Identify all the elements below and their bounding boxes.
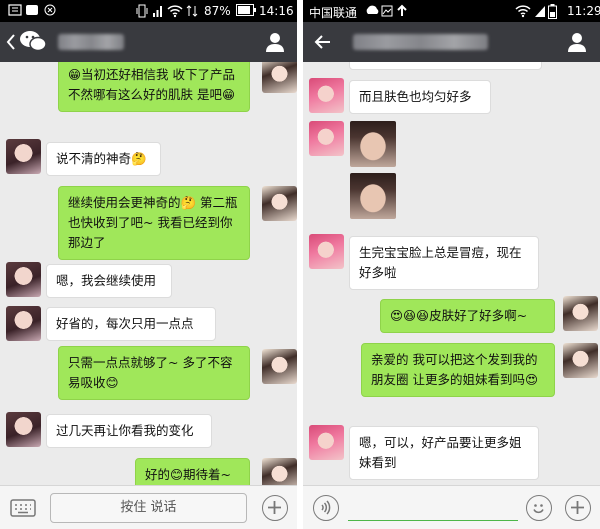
avatar[interactable] xyxy=(6,306,41,341)
status-time: 14:16 xyxy=(259,4,294,18)
status-bar: 87% 14:16 xyxy=(0,0,297,22)
avatar[interactable] xyxy=(262,458,297,485)
photo-message[interactable] xyxy=(350,121,396,167)
notification-icons xyxy=(365,4,409,21)
wifi-icon xyxy=(515,4,531,21)
message-bubble-received[interactable]: 说不清的神奇🤔 xyxy=(46,142,161,176)
notification-icons xyxy=(8,3,68,21)
avatar[interactable] xyxy=(262,186,297,221)
wifi-icon xyxy=(167,4,183,21)
message-bubble-received[interactable]: 好省的，每次只用一点点 xyxy=(46,307,216,341)
avatar[interactable] xyxy=(563,296,598,331)
signal-icon xyxy=(152,4,164,21)
avatar[interactable] xyxy=(262,349,297,384)
battery-icon xyxy=(236,4,256,19)
left-screenshot: 87% 14:16 😁当初还好相信我 收下了产品 不然哪有这么好的肌肤 是吧😁 … xyxy=(0,0,297,529)
back-icon[interactable] xyxy=(6,32,16,56)
right-screenshot: 中国联通 11:29 而且肤色也均匀好多 生完宝宝脸上总是冒痘，现在好多啦 😍😆… xyxy=(303,0,600,529)
signal-icon xyxy=(534,4,546,21)
message-list: 而且肤色也均匀好多 生完宝宝脸上总是冒痘，现在好多啦 😍😆😆皮肤好了好多啊~ 亲… xyxy=(303,62,600,485)
message-bubble-sent[interactable]: 亲爱的 我可以把这个发到我的朋友圈 让更多的姐妹看到吗😍 xyxy=(361,343,555,397)
wechat-logo-icon xyxy=(19,29,47,57)
contact-icon[interactable] xyxy=(567,32,587,52)
avatar[interactable] xyxy=(6,139,41,174)
message-bubble-received[interactable]: 而且肤色也均匀好多 xyxy=(349,80,491,114)
message-bubble-received[interactable] xyxy=(349,62,542,70)
chat-header xyxy=(0,22,297,62)
message-bubble-sent[interactable]: 😍😆😆皮肤好了好多啊~ xyxy=(380,299,555,333)
input-bar xyxy=(303,485,600,529)
photo-message[interactable] xyxy=(350,173,396,219)
hold-to-talk-button[interactable]: 按住 说话 xyxy=(50,493,247,523)
avatar[interactable] xyxy=(563,343,598,378)
avatar[interactable] xyxy=(262,62,297,93)
keyboard-icon[interactable] xyxy=(10,499,36,521)
avatar[interactable] xyxy=(309,78,344,113)
contact-icon[interactable] xyxy=(265,32,285,52)
status-time: 11:29 xyxy=(567,4,600,18)
carrier-name: 中国联通 xyxy=(309,6,358,20)
plus-icon[interactable] xyxy=(565,495,591,521)
message-bubble-sent[interactable]: 好的😊期待着~ xyxy=(135,458,250,485)
input-bar: 按住 说话 xyxy=(0,485,297,529)
message-bubble-received[interactable]: 过几天再让你看我的变化 xyxy=(46,414,212,448)
avatar[interactable] xyxy=(309,234,344,269)
avatar[interactable] xyxy=(6,262,41,297)
message-bubble-sent[interactable]: 继续使用会更神奇的🤔 第二瓶也快收到了吧~ 我看已经到你那边了 xyxy=(58,186,250,260)
plus-icon[interactable] xyxy=(262,495,288,521)
emoji-icon[interactable] xyxy=(526,495,552,521)
message-bubble-received[interactable]: 生完宝宝脸上总是冒痘，现在好多啦 xyxy=(349,236,539,290)
message-bubble-sent[interactable]: 只需一点点就够了~ 多了不容易吸收😊 xyxy=(58,346,250,400)
back-icon[interactable] xyxy=(314,33,332,55)
avatar[interactable] xyxy=(309,425,344,460)
avatar[interactable] xyxy=(6,412,41,447)
contact-name-blurred xyxy=(58,34,124,50)
vibrate-icon xyxy=(136,4,148,21)
voice-icon[interactable] xyxy=(313,495,339,521)
message-list: 😁当初还好相信我 收下了产品 不然哪有这么好的肌肤 是吧😁 说不清的神奇🤔 继续… xyxy=(0,62,297,485)
battery-percent: 87% xyxy=(204,4,231,18)
message-bubble-received[interactable]: 嗯，可以，好产品要让更多姐妹看到 xyxy=(349,426,539,480)
battery-icon xyxy=(548,4,557,22)
text-input[interactable] xyxy=(348,520,518,521)
message-bubble-received[interactable]: 嗯，我会继续使用 xyxy=(46,264,172,298)
avatar[interactable] xyxy=(309,121,344,156)
data-icon xyxy=(186,4,198,21)
message-bubble-sent[interactable]: 😁当初还好相信我 收下了产品 不然哪有这么好的肌肤 是吧😁 xyxy=(58,62,250,112)
status-bar: 中国联通 11:29 xyxy=(303,0,600,22)
contact-name-blurred xyxy=(353,34,488,50)
